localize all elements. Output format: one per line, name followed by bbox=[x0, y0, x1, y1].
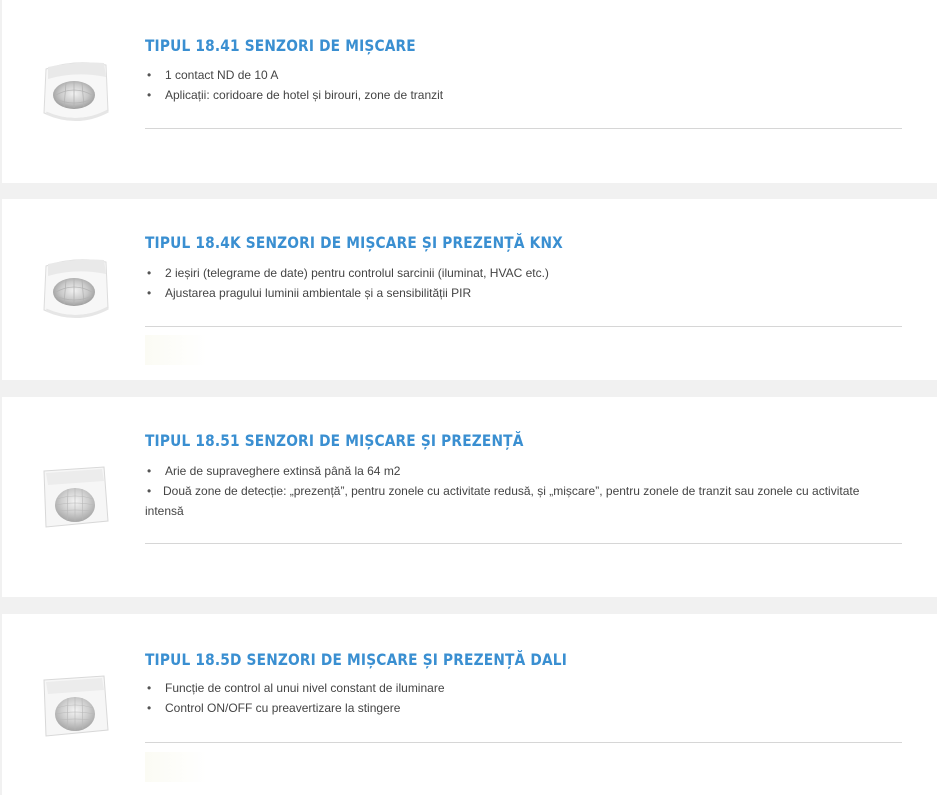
feature-list: 1 contact ND de 10 A Aplicații: coridoar… bbox=[145, 65, 870, 105]
wall-motion-sensor-icon[interactable] bbox=[38, 55, 112, 129]
divider bbox=[145, 326, 902, 327]
list-item: Control ON/OFF cu preavertizare la sting… bbox=[145, 698, 870, 718]
product-card-18-5d: TIPUL 18.5D SENZORI DE MIȘCARE ȘI PREZEN… bbox=[2, 614, 937, 795]
divider bbox=[145, 742, 902, 743]
divider bbox=[145, 128, 902, 129]
list-item: Ajustarea pragului luminii ambientale și… bbox=[145, 283, 870, 303]
list-item: Arie de supraveghere extinsă până la 64 … bbox=[145, 461, 870, 481]
list-item: Două zone de detecție: „prezență”, pentr… bbox=[145, 481, 870, 521]
list-item: Aplicații: coridoare de hotel și birouri… bbox=[145, 85, 870, 105]
faded-badge bbox=[145, 752, 207, 782]
product-title[interactable]: TIPUL 18.51 SENZORI DE MIȘCARE ȘI PREZEN… bbox=[145, 431, 524, 450]
product-card-18-51: TIPUL 18.51 SENZORI DE MIȘCARE ȘI PREZEN… bbox=[2, 397, 937, 597]
product-card-18-4k: TIPUL 18.4K SENZORI DE MIȘCARE ȘI PREZEN… bbox=[2, 199, 937, 380]
ceiling-presence-sensor-icon[interactable] bbox=[38, 672, 112, 746]
product-title[interactable]: TIPUL 18.4K SENZORI DE MIȘCARE ȘI PREZEN… bbox=[145, 233, 563, 252]
feature-list: Arie de supraveghere extinsă până la 64 … bbox=[145, 461, 870, 521]
faded-badge bbox=[145, 335, 207, 365]
ceiling-presence-sensor-icon[interactable] bbox=[38, 463, 112, 537]
list-item: Funcție de control al unui nivel constan… bbox=[145, 678, 870, 698]
divider bbox=[145, 543, 902, 544]
product-title[interactable]: TIPUL 18.5D SENZORI DE MIȘCARE ȘI PREZEN… bbox=[145, 650, 567, 669]
feature-list: Funcție de control al unui nivel constan… bbox=[145, 678, 870, 718]
wall-motion-sensor-icon[interactable] bbox=[38, 252, 112, 326]
feature-list: 2 ieșiri (telegrame de date) pentru cont… bbox=[145, 263, 870, 303]
list-item: 2 ieșiri (telegrame de date) pentru cont… bbox=[145, 263, 870, 283]
product-card-18-41: TIPUL 18.41 SENZORI DE MIȘCARE 1 contact… bbox=[2, 0, 937, 183]
list-item: 1 contact ND de 10 A bbox=[145, 65, 870, 85]
product-title[interactable]: TIPUL 18.41 SENZORI DE MIȘCARE bbox=[145, 36, 416, 55]
